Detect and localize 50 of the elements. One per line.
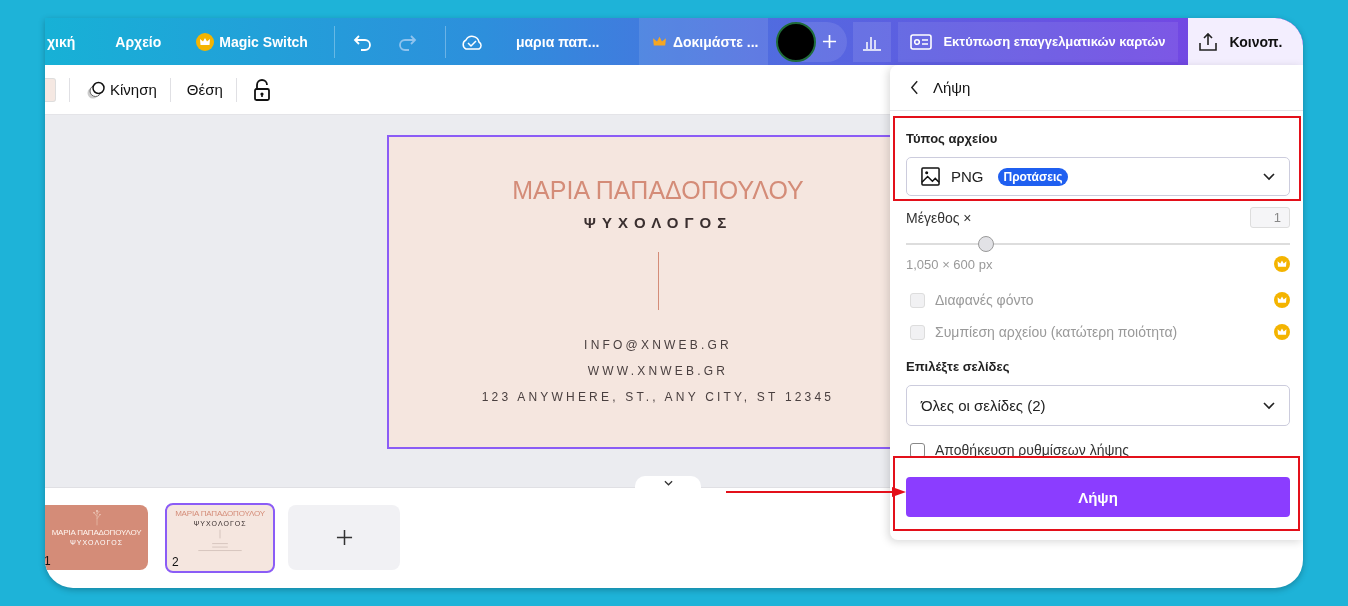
field-label: Επιλέξτε σελίδες [906, 359, 1011, 375]
plus-icon [335, 529, 353, 546]
circles-icon [86, 79, 106, 100]
card-contact: INFO@XNWEB.GR [584, 337, 732, 354]
crown-icon [1274, 292, 1290, 308]
card-contact: 123 ANYWHERE, ST., ANY CITY, ST 12345 [481, 389, 835, 406]
chevron-down-icon [1263, 401, 1275, 410]
position-button[interactable]: Θέση [186, 81, 223, 98]
card-icon [910, 33, 933, 50]
share-button[interactable]: Κοινοπ. [1187, 18, 1303, 65]
color-swatch[interactable] [45, 77, 56, 102]
unlock-icon[interactable] [252, 78, 271, 101]
vertical-line [657, 252, 659, 310]
slider-handle[interactable] [977, 236, 994, 252]
dimensions-text: 1,050 × 600 px [906, 256, 993, 272]
insights-button[interactable] [853, 21, 892, 62]
crown-icon [1274, 324, 1290, 340]
page-number: 1 [45, 554, 51, 568]
card-title: ΨΥΧΟΛΟΓΟΣ [583, 213, 733, 233]
card-contact: WWW.XNWEB.GR [587, 363, 729, 380]
back-icon[interactable] [910, 80, 919, 95]
print-button[interactable]: Εκτύπωση επαγγελματικών καρτών [898, 21, 1178, 62]
animate-button[interactable]: Κίνηση [86, 79, 157, 100]
plus-icon[interactable] [822, 34, 838, 49]
avatar-icon[interactable] [776, 21, 817, 62]
pages-value: Όλες οι σελίδες (2) [921, 397, 1046, 414]
chevron-down-icon [1263, 172, 1275, 181]
pages-select[interactable]: Όλες οι σελίδες (2) [906, 385, 1290, 426]
file-type-value: PNG [951, 168, 984, 185]
page-number: 2 [172, 555, 179, 569]
chevron-down-icon [663, 480, 673, 486]
field-label: Τύπος αρχείου [906, 131, 999, 147]
crown-icon [652, 36, 666, 47]
panel-title: Λήψη [933, 79, 971, 96]
file-type-select[interactable]: PNG Προτάσεις [906, 157, 1290, 196]
card-name: ΜΑΡΙΑ ΠΑΠΑΔΟΠΟΥΛΟΥ [512, 175, 804, 205]
thumbnail-name: ΜΑΡΙΑ ΠΑΠΑΔΟΠΟΥΛΟΥ [51, 528, 142, 538]
design-title[interactable]: μαρια παπ... [515, 33, 626, 50]
download-button[interactable]: Λήψη [906, 477, 1290, 517]
image-icon [921, 167, 940, 186]
size-label: Μέγεθος × [906, 209, 972, 226]
crown-icon [1274, 256, 1290, 272]
upload-icon [1197, 31, 1218, 52]
option-label: Συμπίεση αρχείου (κατώτερη ποιότητα) [935, 324, 1178, 340]
business-card[interactable]: ΜΑΡΙΑ ΠΑΠΑΔΟΠΟΥΛΟΥ ΨΥΧΟΛΟΓΟΣ INFO@XNWEB.GR WWW.XNWEB.GR 123 ANYWHERE, ST., ANY CITY, ST 12345 [387, 135, 890, 449]
trial-button[interactable]: Δοκιμάστε ... [638, 18, 769, 65]
crown-icon [196, 32, 215, 51]
thumbnail-name: ΜΑΡΙΑ ΠΑΠΑΔΟΠΟΥΛΟΥ [175, 509, 265, 519]
suggested-badge: Προτάσεις [997, 167, 1069, 186]
option-label: Διαφανές φόντο [935, 292, 1034, 308]
